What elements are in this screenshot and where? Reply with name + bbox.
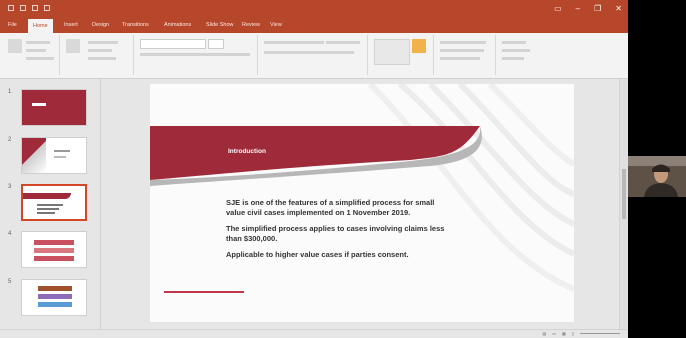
- slide-thumbnail-2[interactable]: [21, 137, 87, 174]
- tab-animations[interactable]: Animations: [164, 22, 191, 28]
- save-icon[interactable]: [8, 5, 14, 11]
- vertical-scrollbar[interactable]: [619, 79, 628, 329]
- thumbnail-number: 4: [8, 231, 12, 237]
- tab-view[interactable]: View: [270, 22, 282, 28]
- close-icon[interactable]: ✕: [615, 4, 622, 13]
- zoom-slider[interactable]: [580, 333, 620, 334]
- thumbnail-number: 3: [8, 184, 12, 190]
- webcam-video-tile: [628, 156, 686, 197]
- start-from-beginning-icon[interactable]: [44, 5, 50, 11]
- font-group: [136, 35, 258, 75]
- slide-accent-rule: [164, 291, 244, 293]
- shape-format-group: [436, 35, 496, 75]
- slide-body-text[interactable]: SJE is one of the features of a simplifi…: [226, 198, 446, 267]
- view-controls: ▤ ▭ ▦ ▯: [542, 331, 620, 336]
- slide-thumbnail-1[interactable]: [21, 89, 87, 126]
- restore-icon[interactable]: ❐: [594, 4, 601, 13]
- shapes-gallery[interactable]: [374, 39, 410, 65]
- tab-slide-show[interactable]: Slide Show: [206, 22, 234, 28]
- slide-sorter-icon[interactable]: ▦: [562, 331, 566, 336]
- paragraph-group: [260, 35, 368, 75]
- clipboard-group: [4, 35, 60, 75]
- slide-thumbnail-4[interactable]: [21, 231, 87, 268]
- undo-icon[interactable]: [20, 5, 26, 11]
- tab-transitions[interactable]: Transitions: [122, 22, 149, 28]
- slide-thumbnail-5[interactable]: [21, 279, 87, 316]
- slide-title[interactable]: Introduction: [228, 148, 266, 155]
- title-bar: ▭ – ❐ ✕: [0, 0, 628, 19]
- new-slide-icon[interactable]: [66, 39, 80, 53]
- bullet-2: The simplified process applies to cases …: [226, 224, 445, 243]
- slide-thumbnail-3[interactable]: [21, 184, 87, 221]
- minimize-icon[interactable]: –: [576, 4, 580, 13]
- tab-home[interactable]: Home: [28, 19, 53, 33]
- slide-canvas[interactable]: Introduction SJE is one of the features …: [150, 84, 574, 322]
- tab-file[interactable]: File: [8, 22, 17, 28]
- scrollbar-thumb[interactable]: [622, 169, 626, 219]
- bullet-3: Applicable to higher value cases if part…: [226, 250, 409, 259]
- ribbon-tabs: File Home Insert Design Transitions Anim…: [0, 19, 628, 33]
- quick-styles-icon[interactable]: [412, 39, 426, 53]
- redo-icon[interactable]: [32, 5, 38, 11]
- slide-editing-area[interactable]: Introduction SJE is one of the features …: [101, 79, 619, 329]
- powerpoint-window: ▭ – ❐ ✕ File Home Insert Design Transiti…: [0, 0, 628, 338]
- tab-insert[interactable]: Insert: [64, 22, 78, 28]
- reading-view-icon[interactable]: ▯: [572, 331, 574, 336]
- webcam-person-image: [628, 156, 686, 197]
- slides-group: [62, 35, 134, 75]
- tab-review[interactable]: Review: [242, 22, 260, 28]
- slide-thumbnail-pane: 1 2 3 4 5: [0, 79, 100, 329]
- window-controls: ▭ – ❐ ✕: [554, 4, 622, 13]
- thumbnail-number: 2: [8, 137, 12, 143]
- drawing-group: [370, 35, 434, 75]
- quick-access-toolbar: [8, 5, 50, 11]
- paste-icon[interactable]: [8, 39, 22, 53]
- tab-design[interactable]: Design: [92, 22, 109, 28]
- ribbon-options-icon[interactable]: ▭: [554, 4, 562, 13]
- editing-group: [498, 35, 538, 75]
- bullet-1: SJE is one of the features of a simplifi…: [226, 198, 435, 217]
- normal-view-icon[interactable]: ▭: [552, 331, 556, 336]
- thumbnail-number: 5: [8, 279, 12, 285]
- thumbnail-number: 1: [8, 89, 12, 95]
- font-name-box[interactable]: [140, 39, 206, 49]
- ribbon: [0, 33, 628, 79]
- font-size-box[interactable]: [208, 39, 224, 49]
- notes-icon[interactable]: ▤: [542, 331, 546, 336]
- status-bar: ▤ ▭ ▦ ▯: [0, 329, 628, 338]
